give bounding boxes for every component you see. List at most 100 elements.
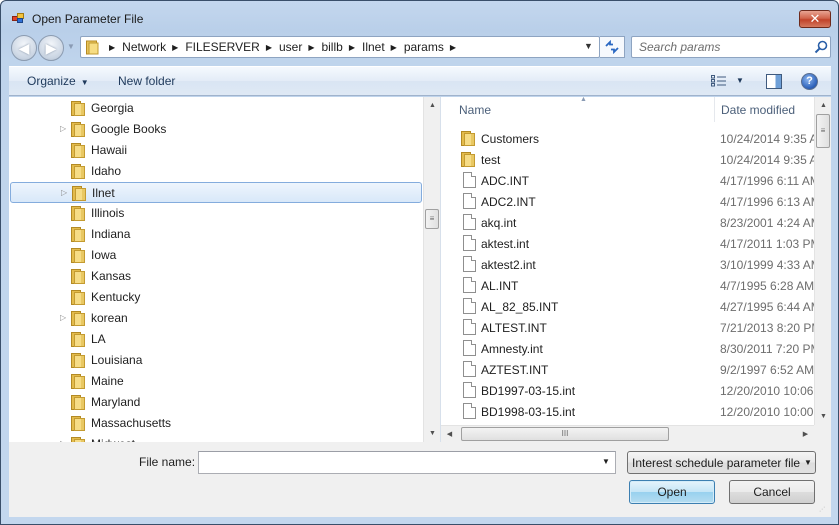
view-options-dropdown-icon[interactable]: ▼ <box>736 76 744 85</box>
file-icon <box>463 361 476 377</box>
forward-button[interactable]: ▶ <box>38 35 64 61</box>
refresh-button[interactable] <box>600 36 625 58</box>
tree-item[interactable]: Massachusetts <box>10 413 422 434</box>
breadcrumb-ilnet[interactable]: Ilnet <box>362 40 385 54</box>
file-row[interactable]: BD1997-03-15.int 12/20/2010 10:06 ... <box>441 380 814 401</box>
file-date-modified: 10/24/2014 9:35 AM <box>720 153 814 167</box>
breadcrumb-separator-icon[interactable]: ▶ <box>109 43 115 52</box>
file-row[interactable]: aktest.int 4/17/2011 1:03 PM <box>441 233 814 254</box>
search-input[interactable] <box>632 37 807 57</box>
file-row[interactable]: AZTEST.INT 9/2/1997 6:52 AM <box>441 359 814 380</box>
file-type-filter-value: Interest schedule parameter file <box>632 456 800 470</box>
file-date-modified: 12/20/2010 10:06 ... <box>720 384 814 398</box>
file-row[interactable]: ALTEST.INT 7/21/2013 8:20 PM <box>441 317 814 338</box>
file-row[interactable]: AL_82_85.INT 4/27/1995 6:44 AM <box>441 296 814 317</box>
file-name: Customers <box>481 132 540 146</box>
preview-pane-icon[interactable] <box>766 74 782 89</box>
help-icon[interactable]: ? <box>801 73 818 90</box>
scroll-right-arrow-icon[interactable]: ▶ <box>797 426 814 442</box>
column-header-name[interactable]: Name <box>459 103 491 117</box>
address-dropdown-icon[interactable]: ▼ <box>584 41 593 51</box>
tree-item[interactable]: Maryland <box>10 392 422 413</box>
breadcrumb-billb[interactable]: billb <box>321 40 342 54</box>
file-row[interactable]: test 10/24/2014 9:35 AM <box>441 149 814 170</box>
expand-arrow-icon[interactable]: ▷ <box>60 313 68 323</box>
breadcrumb-network[interactable]: Network <box>122 40 166 54</box>
tree-item[interactable]: Kentucky <box>10 287 422 308</box>
scroll-left-arrow-icon[interactable]: ◀ <box>441 426 458 442</box>
tree-item[interactable]: ▷ Google Books <box>10 119 422 140</box>
cancel-button[interactable]: Cancel <box>729 480 815 504</box>
breadcrumb-separator-icon[interactable]: ▶ <box>349 43 355 52</box>
tree-item[interactable]: ▷ Ilnet <box>10 182 422 203</box>
breadcrumb-separator-icon[interactable]: ▶ <box>172 43 178 52</box>
search-box[interactable] <box>631 36 831 58</box>
file-row[interactable]: akq.int 8/23/2001 4:24 AM <box>441 212 814 233</box>
breadcrumb-separator-icon[interactable]: ▶ <box>391 43 397 52</box>
file-row[interactable]: ADC2.INT 4/17/1996 6:13 AM <box>441 191 814 212</box>
tree-vertical-scrollbar[interactable]: ▲ ≡ ▼ <box>423 97 440 442</box>
folder-icon <box>71 290 85 305</box>
file-vertical-scrollbar[interactable]: ▲ ≡ ▼ <box>814 97 831 425</box>
tree-item[interactable]: Illinois <box>10 203 422 224</box>
tree-item[interactable]: Kansas <box>10 266 422 287</box>
file-row[interactable]: ADC.INT 4/17/1996 6:11 AM <box>441 170 814 191</box>
file-row[interactable]: BD1998-03-15.int 12/20/2010 10:00 ... <box>441 401 814 422</box>
breadcrumb-params[interactable]: params <box>404 40 444 54</box>
file-name: test <box>481 153 501 167</box>
file-name-input[interactable] <box>199 452 594 473</box>
file-name-combobox[interactable]: ▼ <box>198 451 616 474</box>
folder-icon <box>71 395 85 410</box>
tree-item[interactable]: Hawaii <box>10 140 422 161</box>
search-icon[interactable] <box>814 40 828 54</box>
column-header: ▲ Name Date modified <box>441 97 814 122</box>
breadcrumb-separator-icon[interactable]: ▶ <box>266 43 272 52</box>
file-row[interactable]: aktest2.int 3/10/1999 4:33 AM <box>441 254 814 275</box>
file-horizontal-scrollbar[interactable]: ◀ III ▶ <box>441 425 814 442</box>
tree-item[interactable]: LA <box>10 329 422 350</box>
back-button[interactable]: ◀ <box>11 35 37 61</box>
recent-locations-dropdown[interactable]: ▼ <box>67 42 75 51</box>
column-header-date-modified[interactable]: Date modified <box>721 103 795 117</box>
tree-item[interactable]: ▷Midwest <box>10 434 422 442</box>
tree-item[interactable]: Maine <box>10 371 422 392</box>
file-icon <box>463 319 476 335</box>
column-divider[interactable] <box>714 97 715 122</box>
open-button[interactable]: Open <box>629 480 715 504</box>
horizontal-scroll-thumb[interactable]: III <box>461 427 669 441</box>
close-button[interactable]: ✕ <box>799 10 831 28</box>
tree-item[interactable]: Georgia <box>10 98 422 119</box>
expand-arrow-icon[interactable]: ▷ <box>60 124 68 134</box>
file-date-modified: 4/7/1995 6:28 AM <box>720 279 814 293</box>
address-bar[interactable]: ▶ Network ▶ FILESERVER ▶ user ▶ billb ▶ … <box>80 36 600 58</box>
scroll-up-arrow-icon[interactable]: ▲ <box>424 97 440 114</box>
file-scroll-thumb[interactable]: ≡ <box>816 114 830 148</box>
resize-grip-icon[interactable]: ⋰ <box>819 506 825 513</box>
change-view-icon[interactable] <box>711 75 727 87</box>
file-name-dropdown-icon[interactable]: ▼ <box>602 457 610 466</box>
file-icon <box>463 235 476 251</box>
breadcrumb-separator-icon[interactable]: ▶ <box>450 43 456 52</box>
dialog-footer: File name: ▼ Interest schedule parameter… <box>9 442 831 517</box>
organize-button[interactable]: Organize ▼ <box>27 74 89 88</box>
breadcrumb-user[interactable]: user <box>279 40 302 54</box>
tree-item[interactable]: Indiana <box>10 224 422 245</box>
file-row[interactable]: AL.INT 4/7/1995 6:28 AM <box>441 275 814 296</box>
tree-item[interactable]: ▷ korean <box>10 308 422 329</box>
file-row[interactable]: Customers 10/24/2014 9:35 AM <box>441 128 814 149</box>
expand-arrow-icon[interactable]: ▷ <box>61 188 69 198</box>
folder-icon <box>72 186 86 201</box>
tree-scroll-thumb[interactable]: ≡ <box>425 209 439 229</box>
tree-item[interactable]: Iowa <box>10 245 422 266</box>
breadcrumb-fileserver[interactable]: FILESERVER <box>185 40 259 54</box>
scroll-down-arrow-icon[interactable]: ▼ <box>815 408 831 425</box>
tree-item-label: Georgia <box>91 101 134 115</box>
file-row[interactable]: Amnesty.int 8/30/2011 7:20 PM <box>441 338 814 359</box>
breadcrumb-separator-icon[interactable]: ▶ <box>308 43 314 52</box>
scroll-up-arrow-icon[interactable]: ▲ <box>815 97 831 114</box>
new-folder-button[interactable]: New folder <box>118 74 175 88</box>
file-type-filter[interactable]: Interest schedule parameter file ▼ <box>627 451 816 474</box>
tree-item[interactable]: Louisiana <box>10 350 422 371</box>
scroll-down-arrow-icon[interactable]: ▼ <box>424 425 440 442</box>
tree-item[interactable]: Idaho <box>10 161 422 182</box>
